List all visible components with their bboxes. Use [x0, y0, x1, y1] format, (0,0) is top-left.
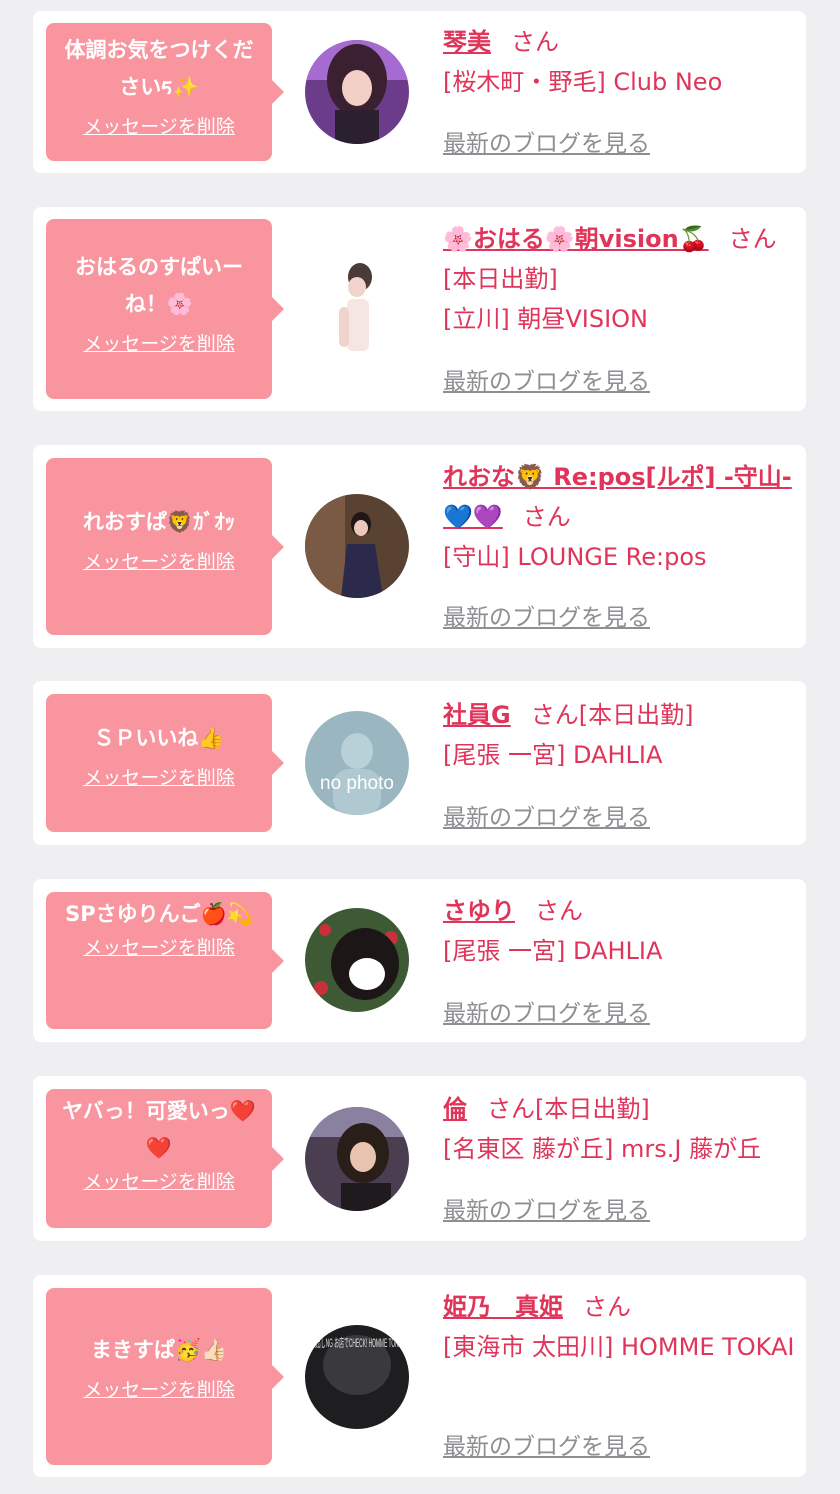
delete-message-link[interactable]: メッセージを削除 [83, 547, 235, 574]
latest-blog-link[interactable]: 最新のブログを見る [443, 598, 650, 632]
message-text: ヤバっ！可愛いっ❤️❤️ [62, 1099, 256, 1160]
latest-blog-link[interactable]: 最新のブログを見る [443, 994, 650, 1028]
message-text: ＳＰいいね👍 [93, 726, 225, 750]
shop-name: [立川] 朝昼VISION [443, 305, 649, 333]
avatar[interactable] [305, 40, 409, 144]
message-text: SPさゆりんご🍎💫 [65, 902, 253, 926]
latest-blog-link[interactable]: 最新のブログを見る [443, 124, 650, 158]
shop-name: [桜木町・野毛] Club Neo [443, 68, 723, 96]
member-name-line: 倫さん[本日出勤] [443, 1089, 795, 1129]
delete-message-link[interactable]: メッセージを削除 [83, 112, 235, 139]
avatar[interactable]: 顔出しNG お店でCHECK! HOMME TOKAI [305, 1325, 409, 1429]
member-name-link[interactable]: 🌸おはる🌸朝vision🍒 [443, 225, 709, 253]
message-bubble: ヤバっ！可愛いっ❤️❤️ メッセージを削除 [46, 1089, 284, 1228]
honorific: さん [530, 701, 579, 729]
member-name-link[interactable]: 琴美 [443, 28, 491, 56]
attendance-badge: [本日出勤] [578, 701, 694, 729]
avatar[interactable]: no photo [305, 711, 409, 815]
avatar[interactable] [305, 494, 409, 598]
honorific: さん [728, 225, 777, 253]
avatar[interactable] [305, 257, 409, 361]
message-bubble: れおすぱ🦁ｶﾞｵｯ メッセージを削除 [46, 458, 284, 635]
member-name-line: さゆり さん [443, 891, 795, 931]
member-name-link[interactable]: 社員G [443, 701, 511, 729]
member-name-line: 琴美 さん [443, 22, 795, 62]
shop-name: [東海市 太田川] HOMME TOKAI [443, 1333, 795, 1361]
honorific: さん [583, 1293, 631, 1321]
avatar-caption: 顔出しNG お店でCHECK! HOMME TOKAI [311, 1335, 403, 1350]
message-card: れおすぱ🦁ｶﾞｵｯ メッセージを削除 れおな🦁 Re:pos[ルポ] -守山-💙… [33, 445, 806, 648]
honorific: さん [511, 28, 559, 56]
member-name-link[interactable]: れおな🦁 Re:pos[ルポ] -守山-💙💜 [443, 463, 792, 531]
delete-message-link[interactable]: メッセージを削除 [83, 329, 235, 356]
member-name-link[interactable]: さゆり [443, 897, 515, 925]
delete-message-link[interactable]: メッセージを削除 [83, 933, 235, 960]
member-info: 琴美 さん [桜木町・野毛] Club Neo [443, 22, 795, 102]
delete-message-link[interactable]: メッセージを削除 [83, 1167, 235, 1194]
message-bubble: 体調お気をつけくださいᰁ✨ メッセージを削除 [46, 23, 284, 161]
message-text: 体調お気をつけくださいᰁ✨ [64, 38, 254, 99]
no-photo-label: no photo [320, 773, 394, 794]
avatar[interactable] [305, 908, 409, 1012]
member-name-line: れおな🦁 Re:pos[ルポ] -守山-💙💜 さん [443, 457, 795, 537]
shop-name: [尾張 一宮] DAHLIA [443, 741, 663, 769]
delete-message-link[interactable]: メッセージを削除 [83, 763, 235, 790]
message-card: おはるのすぱいーね！🌸 メッセージを削除 🌸おはる🌸朝vision🍒 さん [本日出… [33, 207, 806, 411]
latest-blog-link[interactable]: 最新のブログを見る [443, 798, 650, 832]
member-name-line: 🌸おはる🌸朝vision🍒 さん [本日出勤] [443, 219, 795, 299]
member-info: れおな🦁 Re:pos[ルポ] -守山-💙💜 さん [守山] LOUNGE Re:… [443, 457, 795, 577]
latest-blog-link[interactable]: 最新のブログを見る [443, 362, 650, 396]
message-bubble: ＳＰいいね👍 メッセージを削除 [46, 694, 284, 832]
message-card: ＳＰいいね👍 メッセージを削除 no photo 社員G さん[本日出勤] [尾張… [33, 681, 806, 845]
message-bubble: SPさゆりんご🍎💫 メッセージを削除 [46, 892, 284, 1029]
latest-blog-link[interactable]: 最新のブログを見る [443, 1191, 650, 1225]
message-bubble: おはるのすぱいーね！🌸 メッセージを削除 [46, 219, 284, 399]
message-card: 体調お気をつけくださいᰁ✨ メッセージを削除 琴美 さん [桜木町・野毛] Clu… [33, 11, 806, 173]
honorific: さん [522, 503, 571, 531]
message-text: れおすぱ🦁ｶﾞｵｯ [82, 510, 236, 534]
member-name-line: 社員G さん[本日出勤] [443, 695, 795, 735]
message-text: おはるのすぱいーね！🌸 [75, 255, 243, 316]
message-bubble: まきすぱ🥳👍🏻 メッセージを削除 [46, 1288, 284, 1465]
member-info: 倫さん[本日出勤] [名東区 藤が丘] mrs.J 藤が丘 [443, 1089, 795, 1169]
member-name-line: 姫乃 真姫 さん [443, 1287, 795, 1327]
honorific: さん [487, 1095, 535, 1123]
avatar[interactable] [305, 1107, 409, 1211]
delete-message-link[interactable]: メッセージを削除 [83, 1375, 235, 1402]
member-info: 社員G さん[本日出勤] [尾張 一宮] DAHLIA [443, 695, 795, 775]
honorific: さん [535, 897, 583, 925]
member-info: さゆり さん [尾張 一宮] DAHLIA [443, 891, 795, 971]
attendance-badge: [本日出勤] [443, 265, 558, 293]
shop-name: [守山] LOUNGE Re:pos [443, 543, 707, 571]
message-card: SPさゆりんご🍎💫 メッセージを削除 さゆり さん [尾張 一宮] DAHLIA … [33, 879, 806, 1042]
latest-blog-link[interactable]: 最新のブログを見る [443, 1427, 650, 1461]
member-name-link[interactable]: 倫 [443, 1095, 467, 1123]
member-info: 姫乃 真姫 さん [東海市 太田川] HOMME TOKAI [443, 1287, 795, 1367]
message-text: まきすぱ🥳👍🏻 [90, 1338, 228, 1362]
shop-name: [尾張 一宮] DAHLIA [443, 937, 663, 965]
member-name-link[interactable]: 姫乃 真姫 [443, 1293, 563, 1321]
member-info: 🌸おはる🌸朝vision🍒 さん [本日出勤] [立川] 朝昼VISION [443, 219, 795, 339]
shop-name: [名東区 藤が丘] mrs.J 藤が丘 [443, 1135, 762, 1163]
attendance-badge: [本日出勤] [535, 1095, 650, 1123]
message-card: ヤバっ！可愛いっ❤️❤️ メッセージを削除 倫さん[本日出勤] [名東区 藤が丘… [33, 1076, 806, 1241]
message-card: まきすぱ🥳👍🏻 メッセージを削除 顔出しNG お店でCHECK! HOMME T… [33, 1275, 806, 1477]
